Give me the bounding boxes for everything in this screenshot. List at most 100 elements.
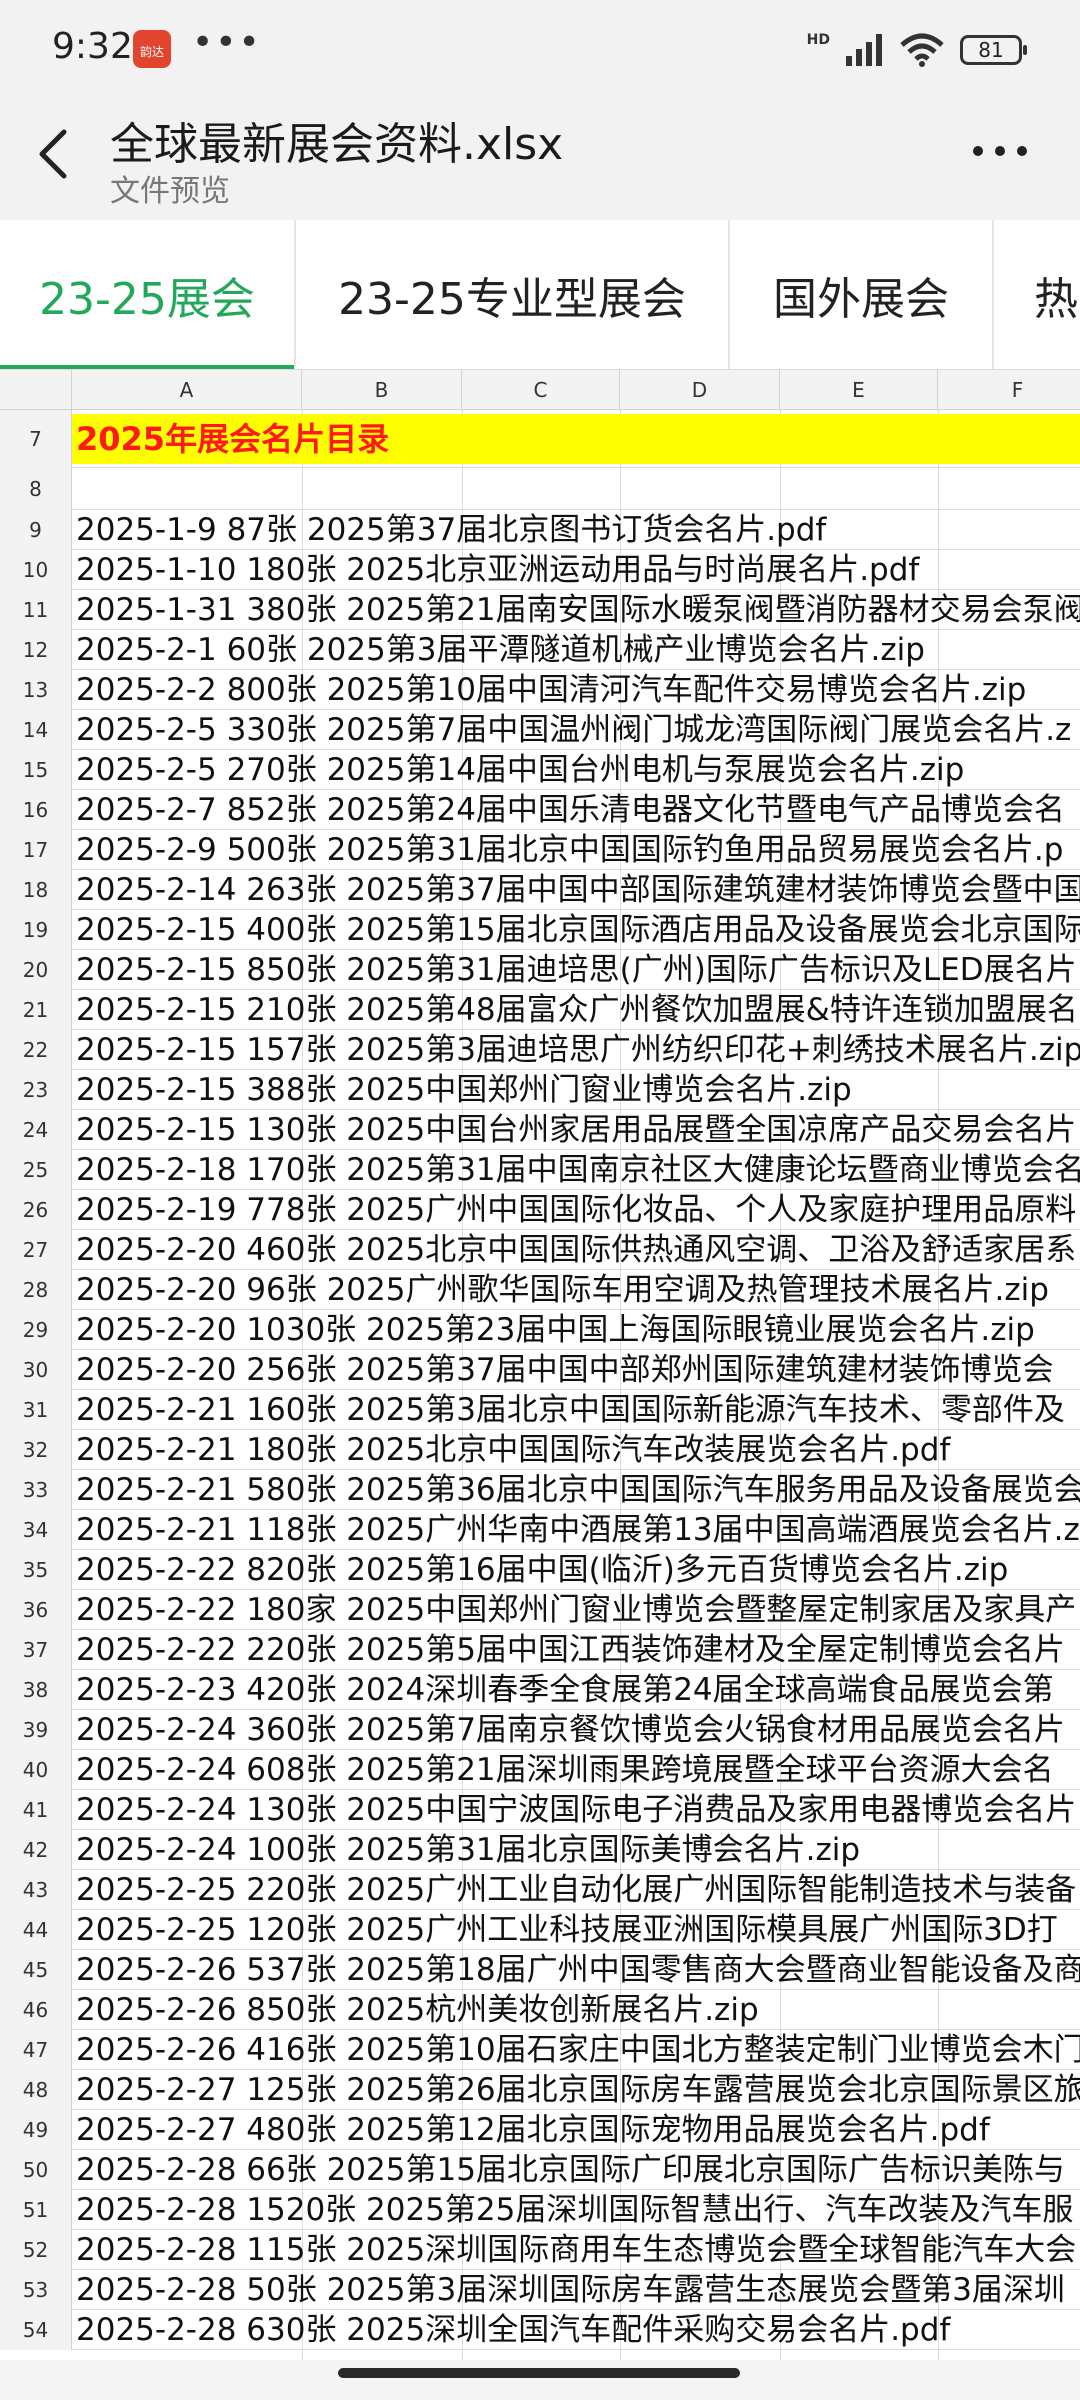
row-number[interactable]: 9 bbox=[0, 510, 72, 550]
cell-text[interactable]: 2025-2-26 850张 2025杭州美妆创新展名片.zip bbox=[76, 1990, 759, 2030]
cell-text[interactable]: 2025-1-9 87张 2025第37届北京图书订货会名片.pdf bbox=[76, 510, 826, 550]
home-indicator[interactable] bbox=[338, 2368, 740, 2378]
row-number[interactable]: 24 bbox=[0, 1110, 72, 1150]
cell-text[interactable]: 2025-2-27 480张 2025第12届北京国际宠物用品展览会名片.pdf bbox=[76, 2110, 990, 2150]
cell-text[interactable]: 2025-2-20 96张 2025广州歌华国际车用空调及热管理技术展名片.zi… bbox=[76, 1270, 1049, 1310]
row-number[interactable]: 16 bbox=[0, 790, 72, 830]
table-row[interactable]: 47 2025-2-26 416张 2025第10届石家庄中国北方整装定制门业博览… bbox=[0, 2030, 1080, 2070]
cell-text[interactable]: 2025-2-24 360张 2025第7届南京餐饮博览会火锅食材用品展览会名片 bbox=[76, 1710, 1065, 1750]
cell-text[interactable]: 2025-2-15 388张 2025中国郑州门窗业博览会名片.zip bbox=[76, 1070, 852, 1110]
row-number[interactable]: 37 bbox=[0, 1630, 72, 1670]
cell-text[interactable]: 2025-2-23 420张 2024深圳春季全食展第24届全球高端食品展览会第 bbox=[76, 1670, 1054, 1710]
cell-text[interactable]: 2025-2-15 130张 2025中国台州家居用品展暨全国凉席产品交易会名片 bbox=[76, 1110, 1076, 1150]
table-row[interactable]: 18 2025-2-14 263张 2025第37届中国中部国际建筑建材装饰博览会… bbox=[0, 870, 1080, 910]
table-row[interactable]: 46 2025-2-26 850张 2025杭州美妆创新展名片.zip bbox=[0, 1990, 1080, 2030]
row-number[interactable]: 41 bbox=[0, 1790, 72, 1830]
row-number[interactable]: 51 bbox=[0, 2190, 72, 2230]
cell-text[interactable]: 2025-2-26 416张 2025第10届石家庄中国北方整装定制门业博览会木… bbox=[76, 2030, 1080, 2070]
table-row[interactable]: 21 2025-2-15 210张 2025第48届富众广州餐饮加盟展&特许连锁加… bbox=[0, 990, 1080, 1030]
cell-text[interactable]: 2025-2-21 180张 2025北京中国国际汽车改装展览会名片.pdf bbox=[76, 1430, 950, 1470]
row-number[interactable]: 18 bbox=[0, 870, 72, 910]
row-number[interactable]: 42 bbox=[0, 1830, 72, 1870]
row-number[interactable]: 21 bbox=[0, 990, 72, 1030]
cell-text[interactable]: 2025-1-31 380张 2025第21届南安国际水暖泵阀暨消防器材交易会泵… bbox=[76, 590, 1080, 630]
table-row[interactable]: 35 2025-2-22 820张 2025第16届中国(临沂)多元百货博览会名片… bbox=[0, 1550, 1080, 1590]
table-row[interactable]: 31 2025-2-21 160张 2025第3届北京中国国际新能源汽车技术、零部… bbox=[0, 1390, 1080, 1430]
row-number[interactable]: 38 bbox=[0, 1670, 72, 1710]
table-row[interactable]: 11 2025-1-31 380张 2025第21届南安国际水暖泵阀暨消防器材交易… bbox=[0, 590, 1080, 630]
table-row[interactable]: 14 2025-2-5 330张 2025第7届中国温州阀门城龙湾国际阀门展览会名… bbox=[0, 710, 1080, 750]
table-row[interactable]: 54 2025-2-28 630张 2025深圳全国汽车配件采购交易会名片.pdf bbox=[0, 2310, 1080, 2350]
tab-23-25-exhibitions[interactable]: 23-25展会 bbox=[0, 220, 296, 369]
tab-hot[interactable]: 热 bbox=[994, 220, 1080, 369]
tab-foreign-exhibitions[interactable]: 国外展会 bbox=[730, 220, 994, 369]
table-row[interactable]: 52 2025-2-28 115张 2025深圳国际商用车生态博览会暨全球智能汽车… bbox=[0, 2230, 1080, 2270]
table-row[interactable]: 13 2025-2-2 800张 2025第10届中国清河汽车配件交易博览会名片.… bbox=[0, 670, 1080, 710]
column-header-f[interactable]: F bbox=[938, 370, 1080, 410]
row-number[interactable]: 13 bbox=[0, 670, 72, 710]
row-number[interactable]: 7 bbox=[0, 410, 72, 468]
cell-text[interactable]: 2025-2-18 170张 2025第31届中国南京社区大健康论坛暨商业博览会… bbox=[76, 1150, 1080, 1190]
row-number[interactable]: 10 bbox=[0, 550, 72, 590]
row-number[interactable]: 46 bbox=[0, 1990, 72, 2030]
row-number[interactable]: 26 bbox=[0, 1190, 72, 1230]
row-number[interactable]: 39 bbox=[0, 1710, 72, 1750]
row-number[interactable]: 23 bbox=[0, 1070, 72, 1110]
table-row[interactable]: 25 2025-2-18 170张 2025第31届中国南京社区大健康论坛暨商业博… bbox=[0, 1150, 1080, 1190]
column-header-a[interactable]: A bbox=[72, 370, 302, 410]
row-number[interactable]: 53 bbox=[0, 2270, 72, 2310]
table-row[interactable]: 49 2025-2-27 480张 2025第12届北京国际宠物用品展览会名片.p… bbox=[0, 2110, 1080, 2150]
row-number[interactable]: 28 bbox=[0, 1270, 72, 1310]
row-number[interactable]: 35 bbox=[0, 1550, 72, 1590]
cell-text[interactable]: 2025-2-14 263张 2025第37届中国中部国际建筑建材装饰博览会暨中… bbox=[76, 870, 1080, 910]
cell-text[interactable]: 2025-2-21 118张 2025广州华南中酒展第13届中国高端酒展览会名片… bbox=[76, 1510, 1080, 1550]
row-number[interactable]: 49 bbox=[0, 2110, 72, 2150]
row-number[interactable]: 30 bbox=[0, 1350, 72, 1390]
cell-text[interactable]: 2025-2-24 130张 2025中国宁波国际电子消费品及家用电器博览会名片 bbox=[76, 1790, 1076, 1830]
row-number[interactable]: 17 bbox=[0, 830, 72, 870]
cell-text[interactable]: 2025-2-7 852张 2025第24届中国乐清电器文化节暨电气产品博览会名 bbox=[76, 790, 1065, 830]
cell-text[interactable]: 2025-2-15 210张 2025第48届富众广州餐饮加盟展&特许连锁加盟展… bbox=[76, 990, 1078, 1030]
more-options-icon[interactable] bbox=[970, 136, 1030, 166]
row-number[interactable]: 25 bbox=[0, 1150, 72, 1190]
cell-text[interactable]: 2025-2-22 220张 2025第5届中国江西装饰建材及全屋定制博览会名片 bbox=[76, 1630, 1065, 1670]
table-row[interactable]: 9 2025-1-9 87张 2025第37届北京图书订货会名片.pdf bbox=[0, 510, 1080, 550]
table-row[interactable]: 40 2025-2-24 608张 2025第21届深圳雨果跨境展暨全球平台资源大… bbox=[0, 1750, 1080, 1790]
cell-text[interactable]: 2025-2-21 160张 2025第3届北京中国国际新能源汽车技术、零部件及 bbox=[76, 1390, 1065, 1430]
row-number[interactable]: 15 bbox=[0, 750, 72, 790]
table-row[interactable]: 26 2025-2-19 778张 2025广州中国国际化妆品、个人及家庭护理用品… bbox=[0, 1190, 1080, 1230]
table-row[interactable]: 45 2025-2-26 537张 2025第18届广州中国零售商大会暨商业智能设… bbox=[0, 1950, 1080, 1990]
cell-text[interactable]: 2025-2-27 125张 2025第26届北京国际房车露营展览会北京国际景区… bbox=[76, 2070, 1080, 2110]
table-row[interactable]: 39 2025-2-24 360张 2025第7届南京餐饮博览会火锅食材用品展览会… bbox=[0, 1710, 1080, 1750]
row-number[interactable]: 29 bbox=[0, 1310, 72, 1350]
cell-text[interactable]: 2025-2-5 330张 2025第7届中国温州阀门城龙湾国际阀门展览会名片.… bbox=[76, 710, 1071, 750]
table-row[interactable]: 23 2025-2-15 388张 2025中国郑州门窗业博览会名片.zip bbox=[0, 1070, 1080, 1110]
cell-text[interactable]: 2025-2-28 115张 2025深圳国际商用车生态博览会暨全球智能汽车大会 bbox=[76, 2230, 1076, 2270]
row-number[interactable]: 40 bbox=[0, 1750, 72, 1790]
row-number[interactable]: 34 bbox=[0, 1510, 72, 1550]
table-row[interactable]: 33 2025-2-21 580张 2025第36届北京中国国际汽车服务用品及设备… bbox=[0, 1470, 1080, 1510]
cell-text[interactable]: 2025-1-10 180张 2025北京亚洲运动用品与时尚展名片.pdf bbox=[76, 550, 919, 590]
cell-text[interactable]: 2025-2-26 537张 2025第18届广州中国零售商大会暨商业智能设备及… bbox=[76, 1950, 1080, 1990]
table-row[interactable]: 50 2025-2-28 66张 2025第15届北京国际广印展北京国际广告标识美… bbox=[0, 2150, 1080, 2190]
column-header-e[interactable]: E bbox=[780, 370, 938, 410]
table-row[interactable]: 28 2025-2-20 96张 2025广州歌华国际车用空调及热管理技术展名片.… bbox=[0, 1270, 1080, 1310]
row-number[interactable]: 8 bbox=[0, 468, 72, 510]
cell-text[interactable]: 2025-2-25 220张 2025广州工业自动化展广州国际智能制造技术与装备 bbox=[76, 1870, 1076, 1910]
table-row-blank[interactable]: 8 bbox=[0, 468, 1080, 510]
cell-text[interactable]: 2025-2-5 270张 2025第14届中国台州电机与泵展览会名片.zip bbox=[76, 750, 964, 790]
table-row[interactable]: 41 2025-2-24 130张 2025中国宁波国际电子消费品及家用电器博览会… bbox=[0, 1790, 1080, 1830]
table-row[interactable]: 19 2025-2-15 400张 2025第15届北京国际酒店用品及设备展览会北… bbox=[0, 910, 1080, 950]
table-row[interactable]: 16 2025-2-7 852张 2025第24届中国乐清电器文化节暨电气产品博览… bbox=[0, 790, 1080, 830]
row-number[interactable]: 22 bbox=[0, 1030, 72, 1070]
cell-text[interactable]: 2025-2-24 608张 2025第21届深圳雨果跨境展暨全球平台资源大会名 bbox=[76, 1750, 1054, 1790]
row-number[interactable]: 44 bbox=[0, 1910, 72, 1950]
cell-text[interactable]: 2025-2-21 580张 2025第36届北京中国国际汽车服务用品及设备展览… bbox=[76, 1470, 1080, 1510]
column-header-c[interactable]: C bbox=[462, 370, 620, 410]
row-number[interactable]: 12 bbox=[0, 630, 72, 670]
row-number[interactable]: 14 bbox=[0, 710, 72, 750]
table-row[interactable]: 12 2025-2-1 60张 2025第3届平潭隧道机械产业博览会名片.zip bbox=[0, 630, 1080, 670]
table-row[interactable]: 30 2025-2-20 256张 2025第37届中国中部郑州国际建筑建材装饰博… bbox=[0, 1350, 1080, 1390]
row-number[interactable]: 54 bbox=[0, 2310, 72, 2350]
table-row[interactable]: 38 2025-2-23 420张 2024深圳春季全食展第24届全球高端食品展览… bbox=[0, 1670, 1080, 1710]
